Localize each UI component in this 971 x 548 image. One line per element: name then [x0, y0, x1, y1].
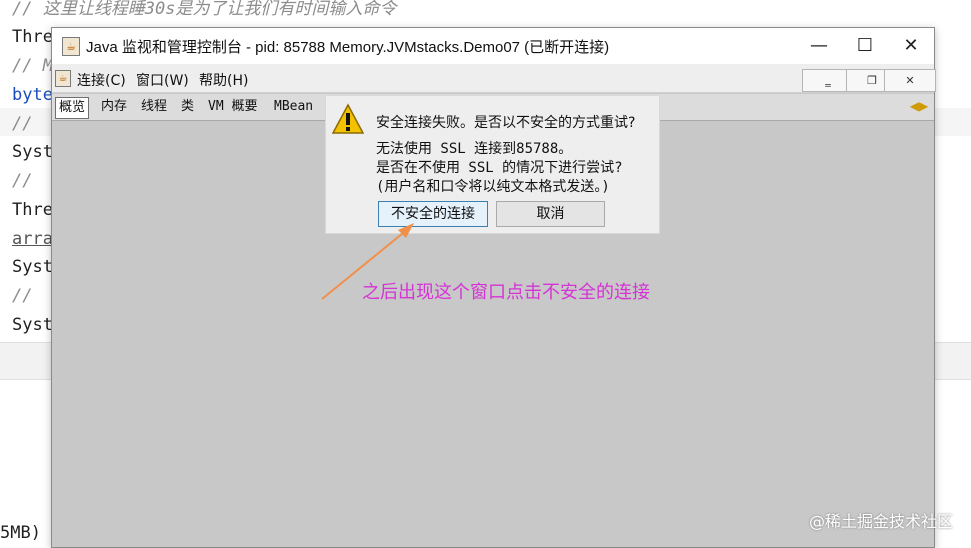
- code-line: // 这里让线程睡30s是为了让我们有时间输入命令: [12, 0, 397, 19]
- java-cup-icon: ☕: [55, 70, 71, 87]
- dialog-message-line: 无法使用 SSL 连接到85788。: [376, 141, 573, 157]
- watermark-text: @稀土掘金技术社区: [808, 512, 953, 531]
- code-line: //: [12, 171, 33, 191]
- dialog-message-line: (用户名和口令将以纯文本格式发送。): [376, 179, 610, 195]
- close-button[interactable]: ✕: [888, 28, 934, 64]
- code-line: // M: [12, 56, 53, 76]
- code-line: Syst: [12, 315, 53, 335]
- insecure-retry-dialog: 安全连接失败。是否以不安全的方式重试? 无法使用 SSL 连接到85788。 是…: [325, 95, 660, 234]
- code-line: Thre: [12, 200, 53, 220]
- dialog-title: 安全连接失败。是否以不安全的方式重试?: [376, 115, 636, 131]
- console-output-text: 5MB): [0, 523, 41, 543]
- code-line: arra: [12, 229, 53, 249]
- maximize-button[interactable]: ☐: [842, 28, 888, 64]
- code-line: //: [12, 286, 33, 306]
- tab-overview[interactable]: 概览: [55, 97, 90, 119]
- menu-help[interactable]: 帮助(H): [199, 70, 248, 90]
- code-line: Syst: [12, 142, 53, 162]
- tab-classes[interactable]: 类: [178, 97, 197, 117]
- warning-icon: [332, 103, 364, 134]
- annotation-text: 之后出现这个窗口点击不安全的连接: [362, 282, 650, 303]
- cancel-button[interactable]: 取消: [496, 201, 605, 227]
- menu-connection[interactable]: 连接(C): [77, 70, 126, 90]
- dialog-message-line: 是否在不使用 SSL 的情况下进行尝试?: [376, 160, 623, 176]
- tab-vm-summary[interactable]: VM 概要: [205, 97, 260, 117]
- tab-threads[interactable]: 线程: [138, 97, 170, 117]
- code-line: byte: [12, 85, 53, 105]
- menu-bar: ☕ 连接(C) 窗口(W) 帮助(H) ‗ ❐ ✕: [52, 64, 936, 93]
- tab-memory[interactable]: 内存: [98, 97, 130, 117]
- code-line: //: [12, 114, 33, 134]
- tab-scroll-arrows-icon[interactable]: ◀▶: [908, 98, 930, 114]
- menu-window[interactable]: 窗口(W): [136, 70, 189, 90]
- inner-close-button[interactable]: ✕: [884, 69, 936, 92]
- java-cup-icon: ☕: [62, 37, 80, 56]
- insecure-connection-button[interactable]: 不安全的连接: [378, 201, 488, 227]
- window-title: Java 监视和管理控制台 - pid: 85788 Memory.JVMsta…: [86, 39, 610, 56]
- code-line: Syst: [12, 257, 53, 277]
- minimize-button[interactable]: —: [796, 28, 842, 64]
- tab-mbeans[interactable]: MBean: [271, 97, 316, 117]
- window-titlebar[interactable]: ☕ Java 监视和管理控制台 - pid: 85788 Memory.JVMs…: [52, 28, 934, 64]
- code-line: Thre: [12, 27, 53, 47]
